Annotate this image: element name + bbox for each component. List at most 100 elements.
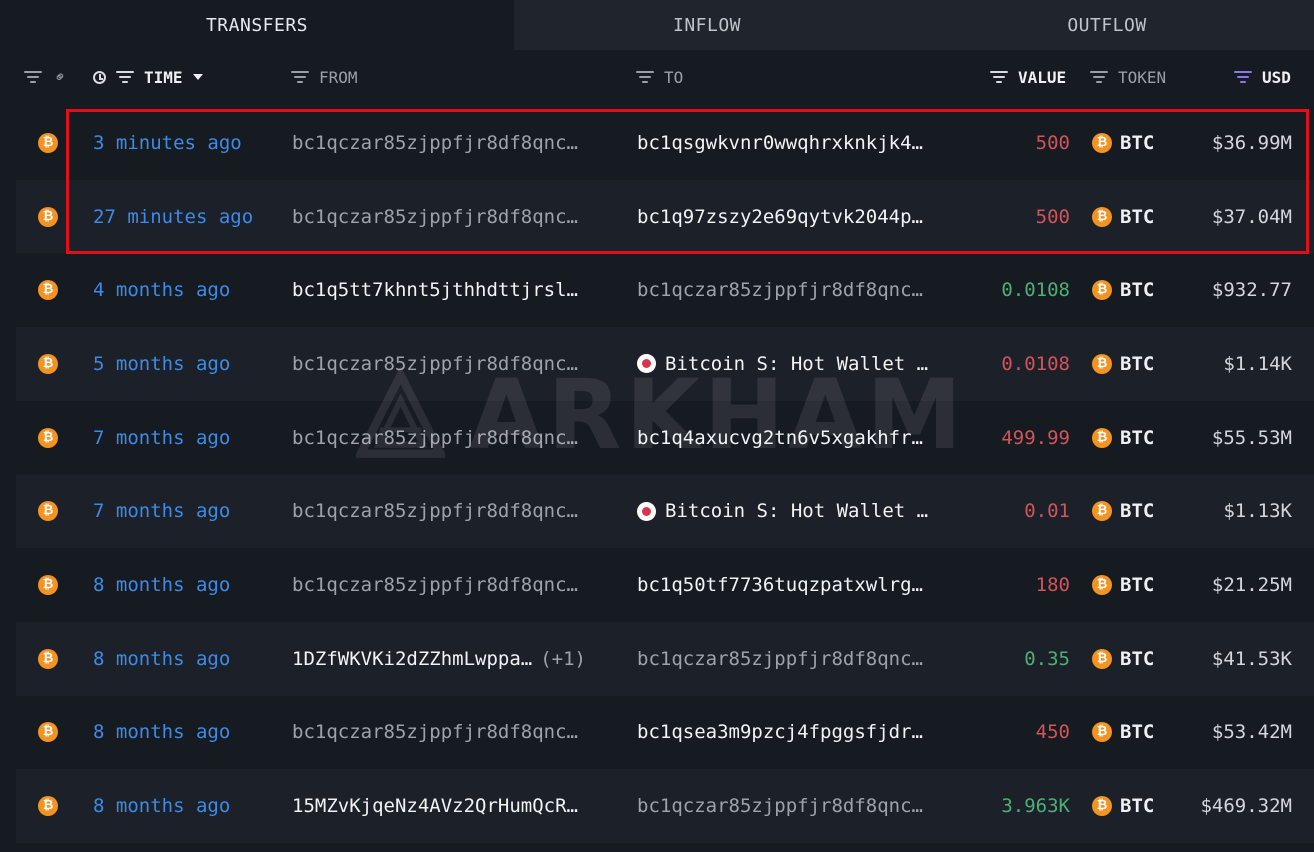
- value-amount: 0.01: [1024, 500, 1070, 523]
- from-address[interactable]: bc1qczar85zjppfjr8df8qnc…: [292, 548, 628, 622]
- bitcoin-icon: ₿: [38, 353, 58, 374]
- to-address-text[interactable]: bc1qsea3m9pzcj4fpggsfjdr…: [637, 721, 923, 743]
- from-address-text[interactable]: bc1qczar85zjppfjr8df8qnc…: [292, 353, 578, 375]
- tab-outflow[interactable]: OUTFLOW: [900, 0, 1314, 50]
- filter-icon[interactable]: [636, 71, 654, 83]
- filter-icon[interactable]: [1090, 71, 1108, 83]
- filter-icon[interactable]: [1234, 71, 1252, 83]
- to-address-text[interactable]: bc1qczar85zjppfjr8df8qnc…: [637, 648, 923, 670]
- from-address[interactable]: 1DZfWKVKi2dZZhmLwppa… (+1): [292, 622, 628, 696]
- value-amount: 450: [1035, 721, 1070, 744]
- tab-bar: TRANSFERS INFLOW OUTFLOW: [0, 0, 1314, 50]
- time-link[interactable]: 8 months ago: [93, 769, 293, 843]
- to-address-text[interactable]: bc1qsgwkvnr0wwqhrxknkjk4…: [637, 132, 923, 154]
- time-link[interactable]: 5 months ago: [93, 327, 293, 401]
- table-row[interactable]: ₿ 7 months ago bc1qczar85zjppfjr8df8qnc… bc…: [16, 401, 1314, 475]
- from-address-text[interactable]: bc1qczar85zjppfjr8df8qnc…: [292, 206, 578, 228]
- filter-icon[interactable]: [24, 71, 42, 83]
- to-address[interactable]: Bitcoin S: Hot Wallet …: [637, 327, 973, 401]
- header-usd[interactable]: USD: [1234, 52, 1291, 102]
- from-address-text[interactable]: bc1qczar85zjppfjr8df8qnc…: [292, 574, 578, 596]
- from-address-text[interactable]: bc1qczar85zjppfjr8df8qnc…: [292, 721, 578, 743]
- clock-icon[interactable]: [93, 70, 106, 84]
- header-from[interactable]: FROM: [291, 52, 358, 102]
- table-row[interactable]: ₿ 8 months ago bc1qczar85zjppfjr8df8qnc… bc…: [16, 696, 1314, 770]
- time-link[interactable]: 4 months ago: [93, 253, 293, 327]
- from-address[interactable]: 15MZvKjqeNz4AVz2QrHumQcR…: [292, 769, 628, 843]
- value-amount: 500: [1035, 205, 1070, 228]
- to-address[interactable]: bc1qczar85zjppfjr8df8qnc…: [637, 769, 973, 843]
- to-address[interactable]: bc1qsgwkvnr0wwqhrxknkjk4…: [637, 106, 973, 180]
- header-chain-filter[interactable]: ⚭: [24, 52, 71, 102]
- from-address[interactable]: bc1qczar85zjppfjr8df8qnc…: [292, 696, 628, 770]
- to-address[interactable]: Bitcoin S: Hot Wallet …: [637, 474, 973, 548]
- table-row[interactable]: ₿ 27 minutes ago bc1qczar85zjppfjr8df8qnc……: [16, 179, 1314, 254]
- time-link[interactable]: 8 months ago: [93, 622, 293, 696]
- tab-transfers[interactable]: TRANSFERS: [0, 0, 514, 50]
- sort-desc-icon[interactable]: [192, 74, 203, 80]
- chain-cell: ₿: [38, 622, 62, 696]
- time-link[interactable]: 7 months ago: [93, 474, 293, 548]
- link-icon[interactable]: ⚭: [49, 66, 71, 88]
- to-address[interactable]: bc1q4axucvg2tn6v5xgakhfr…: [637, 401, 973, 475]
- to-address[interactable]: bc1qczar85zjppfjr8df8qnc…: [637, 622, 973, 696]
- time-link[interactable]: 8 months ago: [93, 548, 293, 622]
- bitcoin-icon: ₿: [38, 796, 58, 817]
- header-from-label: FROM: [319, 67, 358, 87]
- time-link[interactable]: 8 months ago: [93, 696, 293, 770]
- to-address-text[interactable]: bc1qczar85zjppfjr8df8qnc…: [637, 795, 923, 817]
- bitcoin-icon: ₿: [1092, 648, 1112, 669]
- bitcoin-icon: ₿: [1092, 132, 1112, 153]
- from-address-text[interactable]: bc1q5tt7khnt5jthhdttjrsl…: [292, 279, 578, 301]
- time-link[interactable]: 3 minutes ago: [93, 106, 293, 180]
- to-address-text[interactable]: bc1qczar85zjppfjr8df8qnc…: [637, 279, 923, 301]
- filter-icon[interactable]: [116, 71, 134, 83]
- header-to[interactable]: TO: [636, 52, 683, 102]
- to-address-text[interactable]: Bitcoin S: Hot Wallet …: [665, 353, 928, 375]
- table-row[interactable]: ₿ 7 months ago bc1qczar85zjppfjr8df8qnc… Bi…: [16, 474, 1314, 549]
- table-row[interactable]: ₿ 8 months ago bc1qczar85zjppfjr8df8qnc… bc…: [16, 548, 1314, 622]
- from-address[interactable]: bc1qczar85zjppfjr8df8qnc…: [292, 180, 628, 254]
- table-row[interactable]: ₿ 4 months ago bc1q5tt7khnt5jthhdttjrsl… bc…: [16, 253, 1314, 327]
- to-address[interactable]: bc1qczar85zjppfjr8df8qnc…: [637, 253, 973, 327]
- bitcoin-icon: ₿: [38, 722, 58, 743]
- table-row[interactable]: ₿ 3 minutes ago bc1qczar85zjppfjr8df8qnc… b…: [16, 106, 1314, 180]
- header-token-label: TOKEN: [1118, 67, 1167, 87]
- bitcoin-icon: ₿: [1092, 427, 1112, 448]
- table-header: ⚭ TIME FROM TO VALUE TOKEN USD: [0, 52, 1314, 102]
- from-address[interactable]: bc1qczar85zjppfjr8df8qnc…: [292, 106, 628, 180]
- from-address[interactable]: bc1q5tt7khnt5jthhdttjrsl…: [292, 253, 628, 327]
- header-value[interactable]: VALUE: [990, 52, 1066, 102]
- table-row[interactable]: ₿ 8 months ago 1DZfWKVKi2dZZhmLwppa… (+1) bc…: [16, 621, 1314, 696]
- tab-inflow[interactable]: INFLOW: [514, 0, 900, 50]
- chain-cell: ₿: [38, 474, 62, 548]
- from-address[interactable]: bc1qczar85zjppfjr8df8qnc…: [292, 474, 628, 548]
- from-address-text[interactable]: bc1qczar85zjppfjr8df8qnc…: [292, 500, 578, 522]
- filter-icon[interactable]: [990, 71, 1008, 83]
- to-address-text[interactable]: bc1q97zszy2e69qytvk2044p…: [637, 206, 923, 228]
- header-usd-label: USD: [1262, 67, 1291, 87]
- header-time[interactable]: TIME: [93, 52, 203, 102]
- to-address[interactable]: bc1q50tf7736tuqzpatxwlrg…: [637, 548, 973, 622]
- to-address-text[interactable]: bc1q4axucvg2tn6v5xgakhfr…: [637, 427, 923, 449]
- filter-icon[interactable]: [291, 71, 309, 83]
- to-address[interactable]: bc1qsea3m9pzcj4fpggsfjdr…: [637, 696, 973, 770]
- to-address[interactable]: bc1q97zszy2e69qytvk2044p…: [637, 180, 973, 254]
- from-address[interactable]: bc1qczar85zjppfjr8df8qnc…: [292, 327, 628, 401]
- from-address[interactable]: bc1qczar85zjppfjr8df8qnc…: [292, 401, 628, 475]
- from-extra-count[interactable]: (+1): [540, 648, 586, 670]
- bitcoin-icon: ₿: [38, 501, 58, 522]
- time-link[interactable]: 7 months ago: [93, 401, 293, 475]
- from-address-text[interactable]: bc1qczar85zjppfjr8df8qnc…: [292, 427, 578, 449]
- header-token[interactable]: TOKEN: [1090, 52, 1166, 102]
- table-row[interactable]: ₿ 8 months ago 15MZvKjqeNz4AVz2QrHumQcR… bc…: [16, 769, 1314, 843]
- to-address-text[interactable]: bc1q50tf7736tuqzpatxwlrg…: [637, 574, 923, 596]
- to-address-text[interactable]: Bitcoin S: Hot Wallet …: [665, 500, 928, 522]
- table-row[interactable]: ₿ 5 months ago bc1qczar85zjppfjr8df8qnc… Bi…: [16, 327, 1314, 401]
- from-address-text[interactable]: bc1qczar85zjppfjr8df8qnc…: [292, 132, 578, 154]
- from-address-text[interactable]: 15MZvKjqeNz4AVz2QrHumQcR…: [292, 795, 578, 817]
- token-symbol: BTC: [1120, 205, 1155, 228]
- from-address-text[interactable]: 1DZfWKVKi2dZZhmLwppa…: [292, 648, 532, 670]
- token-symbol: BTC: [1120, 500, 1155, 523]
- time-link[interactable]: 27 minutes ago: [93, 180, 293, 254]
